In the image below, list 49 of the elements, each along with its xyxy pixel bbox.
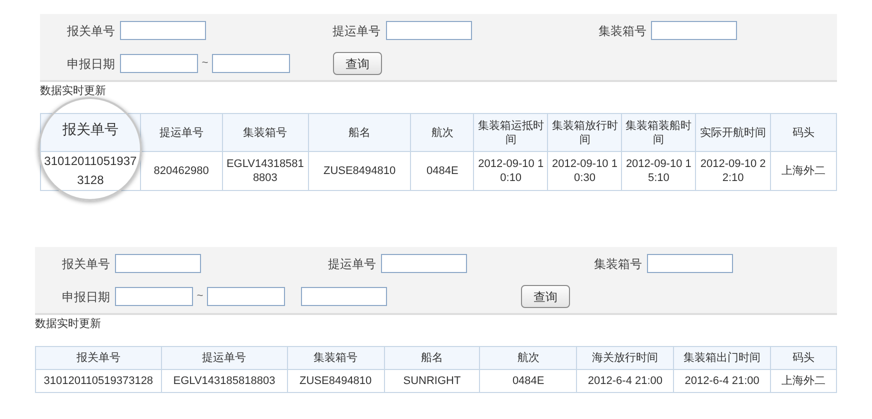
table-cell: 0484E [410, 152, 474, 190]
text-input[interactable] [386, 21, 472, 40]
column-header: 航次 [480, 346, 577, 370]
table-cell: 上海外二 [770, 370, 836, 392]
column-header: 报关单号 [36, 346, 162, 370]
range-separator: ~ [200, 56, 210, 72]
table-cell: EGLV143185818803 [222, 152, 308, 190]
text-input[interactable] [120, 21, 206, 40]
status-caption: 数据实时更新 [40, 84, 107, 98]
field-label: 集装箱号 [597, 22, 646, 40]
status-caption: 数据实时更新 [35, 317, 102, 331]
table-cell: 2012-09-10 22:10 [696, 152, 771, 190]
range-separator: ~ [196, 289, 204, 304]
text-input[interactable] [115, 254, 201, 273]
table-cell: ZUSE8494810 [287, 370, 384, 392]
table-cell: 2012-6-4 21:00 [674, 370, 771, 392]
field-label: 提运单号 [332, 22, 381, 40]
field-label: 报关单号 [61, 256, 110, 272]
table-cell: 310120110519373128 [40, 152, 140, 190]
date-input[interactable] [115, 287, 193, 306]
table-cell: 2012-09-10 15:10 [622, 152, 696, 190]
date-input[interactable] [120, 54, 198, 73]
column-header: 提运单号 [161, 346, 288, 370]
table-cell: 2012-09-10 10:30 [548, 152, 622, 190]
table-cell: ZUSE8494810 [308, 152, 411, 190]
text-input[interactable] [381, 254, 467, 273]
table-cell: 2012-09-10 10:10 [474, 152, 548, 190]
query-button[interactable]: 查询 [521, 285, 570, 308]
column-header: 集装箱号 [287, 346, 384, 370]
date-input[interactable] [212, 54, 290, 73]
field-label: 申报日期 [66, 56, 115, 72]
text-input[interactable] [647, 254, 733, 273]
date-input[interactable] [207, 287, 285, 306]
text-input[interactable] [651, 21, 738, 40]
table-cell: 0484E [480, 370, 577, 392]
query-button[interactable]: 查询 [333, 52, 382, 75]
table-cell: 上海外二 [770, 152, 836, 190]
field-label: 申报日期 [61, 288, 110, 306]
table-cell: 820462980 [140, 152, 222, 190]
field-label: 提运单号 [327, 256, 376, 272]
table-cell: SUNRIGHT [384, 370, 480, 392]
text-input[interactable] [301, 287, 387, 306]
field-label: 报关单号 [66, 22, 115, 40]
column-header: 海关放行时间 [576, 346, 674, 370]
table-cell: 2012-6-4 21:00 [576, 370, 674, 392]
table-cell: EGLV143185818803 [161, 370, 288, 392]
table-cell: 310120110519373128 [36, 370, 162, 392]
field-label: 集装箱号 [593, 256, 642, 272]
column-header: 集装箱出门时间 [674, 346, 771, 370]
